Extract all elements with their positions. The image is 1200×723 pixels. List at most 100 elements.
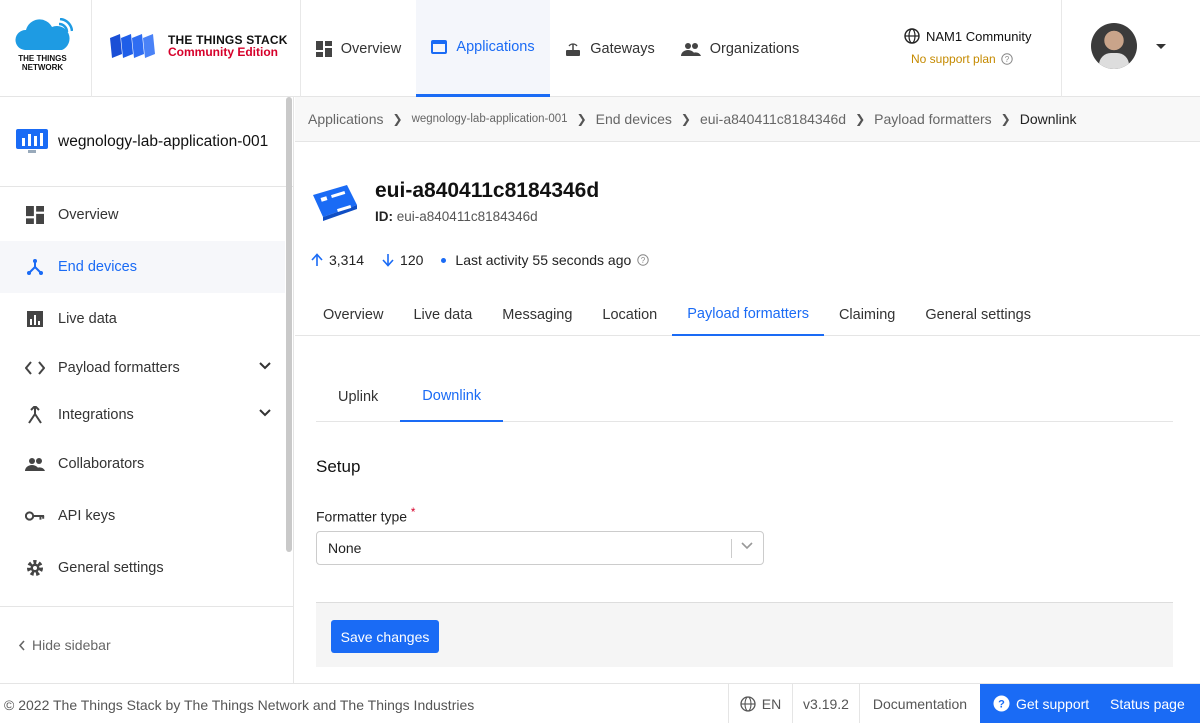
select-divider bbox=[731, 539, 732, 558]
breadcrumb-downlink: Downlink bbox=[1019, 111, 1077, 127]
required-mark: * bbox=[410, 506, 416, 519]
device-id: ID: eui-a840411c8184346d bbox=[375, 209, 538, 224]
breadcrumb-payload-formatters[interactable]: Payload formatters bbox=[874, 111, 992, 127]
copyright: © 2022 The Things Stack by The Things Ne… bbox=[4, 697, 475, 713]
tab-claiming[interactable]: Claiming bbox=[824, 293, 910, 336]
chevron-down-icon[interactable] bbox=[259, 409, 271, 417]
svg-text:?: ? bbox=[998, 699, 1005, 711]
sidebar-item-general-settings[interactable]: General settings bbox=[0, 542, 285, 594]
language-selector[interactable]: EN bbox=[728, 684, 792, 723]
status-dot bbox=[441, 257, 447, 263]
application-name: wegnology-lab-application-001 bbox=[58, 133, 269, 150]
breadcrumb-device[interactable]: eui-a840411c8184346d bbox=[700, 111, 846, 127]
section-title: Setup bbox=[316, 457, 361, 476]
device-tree-icon bbox=[25, 257, 45, 277]
chevron-down-icon[interactable] bbox=[259, 362, 271, 370]
breadcrumb-applications[interactable]: Applications bbox=[308, 111, 384, 127]
chevron-right-icon: ❯ bbox=[1000, 112, 1011, 126]
gear-icon bbox=[25, 558, 45, 578]
arrow-up-icon bbox=[311, 253, 323, 266]
formatter-type-label: Formatter type * bbox=[316, 506, 416, 525]
top-bar: THE THINGS NETWORK THE THINGS STACK Commu… bbox=[0, 0, 1200, 97]
formatter-type-select[interactable]: None bbox=[316, 531, 764, 565]
subtab-downlink[interactable]: Downlink bbox=[400, 372, 504, 422]
nav-overview[interactable]: Overview bbox=[301, 0, 416, 97]
cluster-selector[interactable]: NAM1 Community No support plan ? bbox=[880, 0, 1062, 97]
sidebar-item-end-devices[interactable]: End devices bbox=[0, 241, 285, 293]
sidebar-item-overview[interactable]: Overview bbox=[0, 189, 285, 241]
people-icon bbox=[25, 454, 45, 474]
uplink-count: 3,314 bbox=[329, 252, 365, 268]
save-button[interactable]: Save changes bbox=[331, 620, 439, 653]
tts-logo[interactable]: THE THINGS STACK Community Edition bbox=[92, 0, 301, 97]
chevron-right-icon: ❯ bbox=[680, 112, 691, 126]
chevron-right-icon: ❯ bbox=[392, 112, 403, 126]
sidebar-item-live-data[interactable]: Live data bbox=[0, 293, 285, 345]
help-circle-icon[interactable]: ? bbox=[637, 254, 649, 266]
status-page-link[interactable]: Status page bbox=[1110, 696, 1185, 712]
tab-payload-formatters[interactable]: Payload formatters bbox=[672, 293, 824, 336]
last-activity: Last activity 55 seconds ago bbox=[455, 252, 632, 268]
documentation-link[interactable]: Documentation bbox=[859, 684, 980, 723]
main-content: Applications ❯ wegnology-lab-application… bbox=[295, 97, 1200, 683]
tab-location[interactable]: Location bbox=[587, 293, 672, 336]
people-icon bbox=[680, 42, 701, 56]
end-device-icon bbox=[313, 185, 357, 221]
tab-overview[interactable]: Overview bbox=[308, 293, 398, 336]
chevron-down-icon bbox=[741, 542, 753, 550]
merge-icon bbox=[25, 405, 45, 425]
ttn-logo-text: THE THINGS NETWORK bbox=[18, 54, 67, 72]
dashboard-icon bbox=[315, 40, 332, 57]
key-icon bbox=[25, 506, 45, 526]
application-icon bbox=[431, 40, 448, 54]
globe-icon bbox=[904, 28, 920, 44]
gateway-icon bbox=[566, 42, 581, 56]
svg-text:?: ? bbox=[641, 256, 646, 265]
avatar[interactable] bbox=[1091, 23, 1137, 69]
device-tabs: Overview Live data Messaging Location Pa… bbox=[295, 293, 1200, 336]
tab-live-data[interactable]: Live data bbox=[398, 293, 487, 336]
subtab-uplink[interactable]: Uplink bbox=[316, 372, 400, 422]
caret-down-icon[interactable] bbox=[1156, 44, 1166, 49]
application-icon bbox=[16, 129, 48, 153]
support-plan[interactable]: No support plan ? bbox=[911, 52, 1013, 66]
cloud-logo-icon bbox=[15, 18, 73, 50]
footer: © 2022 The Things Stack by The Things Ne… bbox=[0, 683, 1200, 723]
nav-applications[interactable]: Applications bbox=[416, 0, 550, 97]
chevron-right-icon: ❯ bbox=[576, 112, 587, 126]
help-circle-icon: ? bbox=[1001, 53, 1013, 65]
sidebar-item-payload-formatters[interactable]: Payload formatters bbox=[0, 342, 285, 394]
nav-organizations[interactable]: Organizations bbox=[670, 0, 810, 97]
hide-sidebar-button[interactable]: Hide sidebar bbox=[0, 606, 294, 683]
tts-stack-icon bbox=[110, 34, 155, 58]
dashboard-icon bbox=[25, 205, 45, 225]
ttn-logo[interactable]: THE THINGS NETWORK bbox=[0, 0, 92, 97]
sidebar-app-header: wegnology-lab-application-001 bbox=[0, 97, 294, 187]
nav-gateways[interactable]: Gateways bbox=[550, 0, 670, 97]
breadcrumb-application[interactable]: wegnology-lab-application-001 bbox=[412, 113, 568, 125]
chart-icon bbox=[25, 309, 45, 329]
tts-subtitle: Community Edition bbox=[168, 45, 278, 59]
sidebar: wegnology-lab-application-001 Overview E… bbox=[0, 97, 294, 683]
sidebar-item-collaborators[interactable]: Collaborators bbox=[0, 438, 285, 490]
downlink-count: 120 bbox=[400, 252, 424, 268]
formatter-type-value: None bbox=[328, 540, 362, 556]
tab-messaging[interactable]: Messaging bbox=[487, 293, 587, 336]
help-circle-icon: ? bbox=[993, 695, 1010, 712]
globe-icon bbox=[740, 695, 756, 712]
svg-text:?: ? bbox=[1005, 55, 1010, 64]
tab-general-settings[interactable]: General settings bbox=[910, 293, 1046, 336]
arrow-down-icon bbox=[382, 254, 394, 267]
chevron-right-icon: ❯ bbox=[855, 112, 866, 126]
device-stats: 3,314 120 Last activity 55 seconds ago ? bbox=[311, 252, 649, 268]
breadcrumb: Applications ❯ wegnology-lab-application… bbox=[295, 97, 1200, 142]
version: v3.19.2 bbox=[792, 684, 859, 723]
device-title: eui-a840411c8184346d bbox=[375, 179, 600, 202]
sidebar-item-api-keys[interactable]: API keys bbox=[0, 490, 285, 542]
form-actions: Save changes bbox=[316, 602, 1173, 667]
chevron-left-icon bbox=[18, 639, 25, 651]
breadcrumb-end-devices[interactable]: End devices bbox=[596, 111, 672, 127]
formatter-subtabs: Uplink Downlink bbox=[316, 372, 1173, 422]
sidebar-scrollbar[interactable] bbox=[286, 97, 292, 552]
sidebar-item-integrations[interactable]: Integrations bbox=[0, 389, 285, 441]
